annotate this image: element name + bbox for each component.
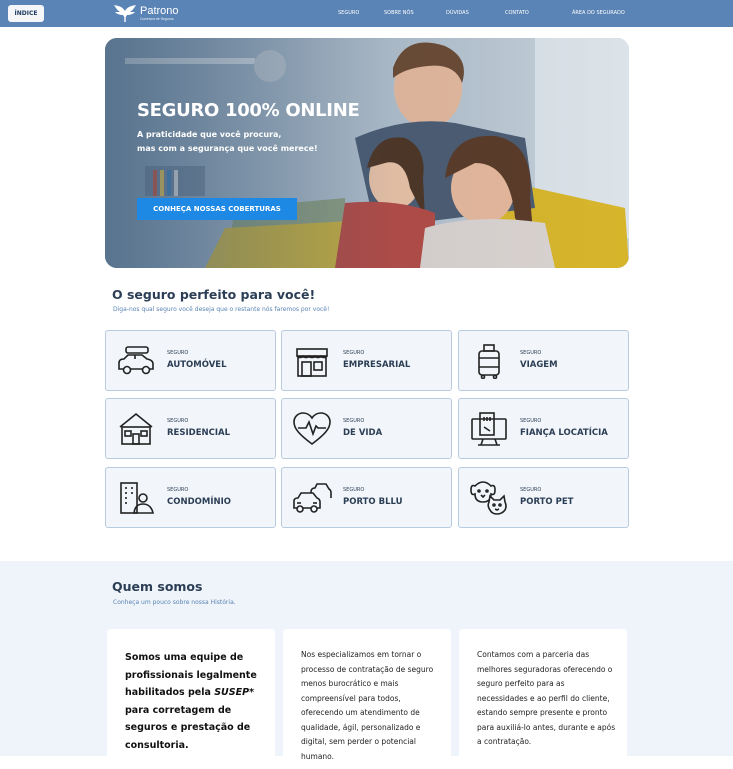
nav-sobre-nos[interactable]: SOBRE NÓS — [384, 10, 414, 16]
hero-banner: SEGURO 100% ONLINE A praticidade que voc… — [105, 38, 629, 268]
product-card-porto-bllu[interactable]: SEGURO PORTO BLLU — [281, 467, 452, 528]
card-title: PORTO PET — [520, 497, 574, 507]
hero-subtitle-line-1: A praticidade que você procura, — [137, 130, 282, 139]
about-card-team: Somos uma equipe de profissionais legalm… — [107, 629, 275, 769]
hero-subtitle: A praticidade que você procura, mas com … — [137, 128, 337, 156]
luggage-icon — [478, 344, 500, 379]
nav-duvidas[interactable]: DÚVIDAS — [446, 10, 469, 16]
card-title: AUTOMÓVEL — [167, 360, 227, 370]
product-card-de-vida[interactable]: SEGURO DE VIDA — [281, 398, 452, 459]
nav-contato[interactable]: CONTATO — [505, 10, 529, 16]
card-prefix: SEGURO — [167, 350, 189, 356]
product-card-fianca-locaticia[interactable]: SEGURO FIANÇA LOCATÍCIA — [458, 398, 629, 459]
wings-logo-icon — [114, 5, 136, 22]
products-subtitle: Diga-nos qual seguro você deseja que o r… — [113, 306, 330, 313]
about-team-text: Somos uma equipe de profissionais legalm… — [125, 649, 265, 754]
products-title: O seguro perfeito para você! — [112, 287, 316, 302]
coverages-cta-button[interactable]: CONHEÇA NOSSAS COBERTURAS — [137, 198, 297, 220]
card-title: FIANÇA LOCATÍCIA — [520, 428, 608, 438]
house-icon — [119, 412, 153, 445]
card-title: PORTO BLLU — [343, 497, 403, 507]
about-specialization-text: Nos especializamos em tornar o processo … — [301, 650, 434, 761]
hero-subtitle-line-2: mas com a segurança que você merece! — [137, 144, 318, 153]
card-prefix: SEGURO — [520, 487, 542, 493]
about-title: Quem somos — [112, 579, 203, 594]
card-title: RESIDENCIAL — [167, 428, 231, 438]
card-title: EMPRESARIAL — [343, 360, 411, 370]
product-card-empresarial[interactable]: SEGURO EMPRESARIAL — [281, 330, 452, 391]
about-partners-text: Contamos com a parceria das melhores seg… — [477, 650, 616, 746]
store-icon — [296, 348, 328, 377]
index-button[interactable]: ÍNDICE — [8, 5, 44, 22]
logo-name: Patrono — [140, 4, 179, 17]
product-card-residencial[interactable]: SEGURO RESIDENCIAL — [105, 398, 276, 459]
card-prefix: SEGURO — [167, 487, 189, 493]
patrono-logo[interactable]: Patrono Corretora de Seguros — [113, 4, 179, 23]
card-prefix: SEGURO — [343, 418, 365, 424]
card-prefix: SEGURO — [343, 487, 365, 493]
product-card-viagem[interactable]: SEGURO VIAGEM — [458, 330, 629, 391]
card-prefix: SEGURO — [343, 350, 365, 356]
about-card-partners: Contamos com a parceria das melhores seg… — [459, 629, 627, 769]
card-prefix: SEGURO — [167, 418, 189, 424]
card-prefix: SEGURO — [520, 418, 542, 424]
logo-tagline: Corretora de Seguros — [140, 16, 174, 21]
car-icon — [118, 346, 154, 375]
top-navigation-bar: ÍNDICE Patrono Corretora de Seguros SEGU… — [0, 0, 733, 27]
building-person-icon — [120, 482, 154, 514]
rental-sign-icon — [471, 412, 507, 446]
nav-seguro[interactable]: SEGURO — [338, 10, 359, 16]
about-card-specialization: Nos especializamos em tornar o processo … — [283, 629, 451, 769]
card-title: VIAGEM — [520, 360, 558, 370]
about-subtitle: Conheça um pouco sobre nossa História. — [113, 599, 236, 606]
product-card-condominio[interactable]: SEGURO CONDOMÍNIO — [105, 467, 276, 528]
product-card-porto-pet[interactable]: SEGURO PORTO PET — [458, 467, 629, 528]
product-card-automovel[interactable]: SEGURO AUTOMÓVEL — [105, 330, 276, 391]
nav-area-do-segurado[interactable]: ÁREA DO SEGURADO — [572, 10, 625, 16]
susep-brand: SUSEP — [214, 687, 250, 698]
heart-pulse-icon — [293, 412, 331, 446]
card-title: DE VIDA — [343, 428, 383, 438]
card-prefix: SEGURO — [520, 350, 542, 356]
card-title: CONDOMÍNIO — [167, 497, 231, 507]
hero-title: SEGURO 100% ONLINE — [137, 100, 360, 121]
cars-icon — [293, 483, 332, 513]
pets-icon — [470, 481, 507, 515]
